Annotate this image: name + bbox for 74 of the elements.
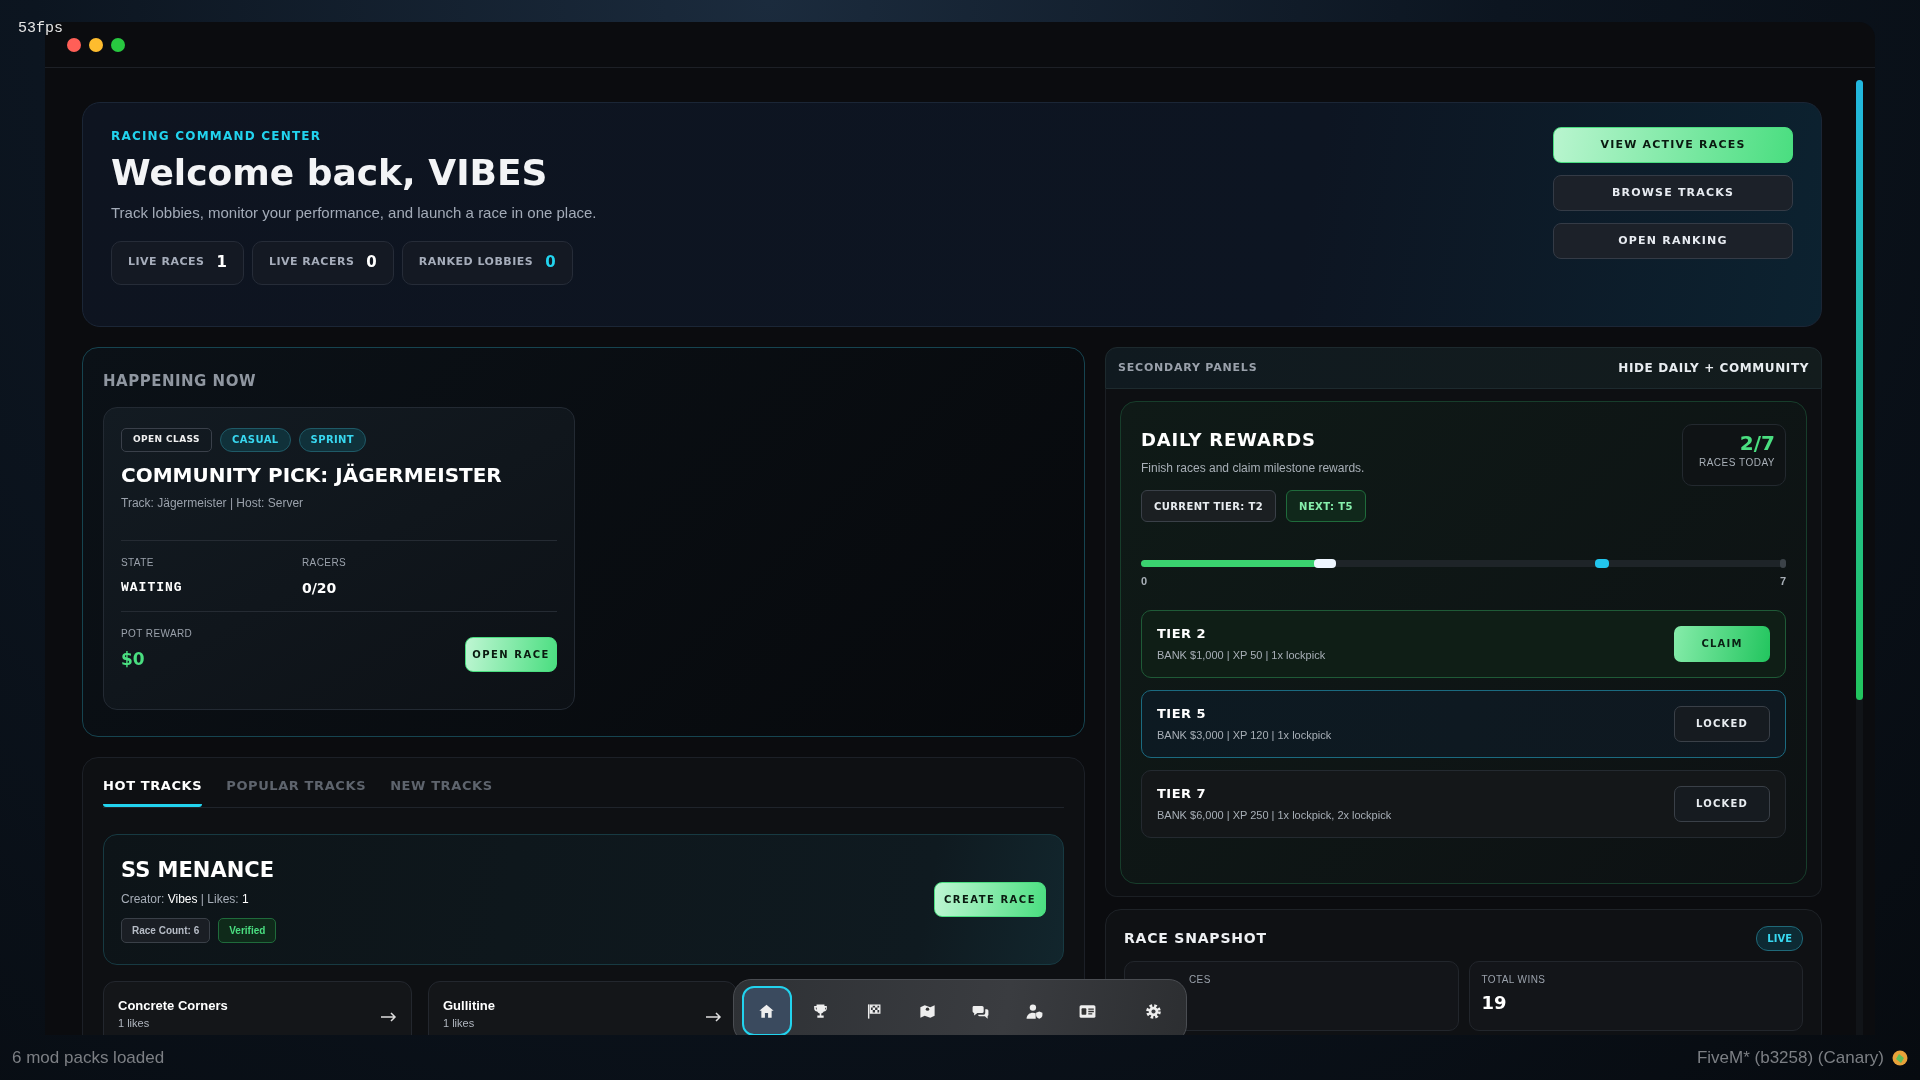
stat-label: LIVE RACERS xyxy=(268,254,355,271)
minimize-dot[interactable] xyxy=(89,37,103,52)
pot-label: POT REWARD xyxy=(121,626,193,641)
tier-rewards: BANK $3,000 | XP 120 | 1x lockpick xyxy=(1157,728,1332,743)
eyebrow-label: RACING COMMAND CENTER xyxy=(111,128,323,145)
stat-label: RANKED LOBBIES xyxy=(418,254,534,271)
stat-value: WAITING xyxy=(121,578,184,597)
build-info: FiveM* (b3258) (Canary) xyxy=(1696,1046,1884,1069)
action-button[interactable]: VIEW ACTIVE RACES xyxy=(1553,127,1793,163)
card-subtitle: Finish races and claim milestone rewards. xyxy=(1141,460,1365,477)
tier-rewards: BANK $1,000 | XP 50 | 1x lockpick xyxy=(1157,648,1326,663)
user-shield-icon xyxy=(1024,1001,1044,1021)
axis-min: 0 xyxy=(1141,574,1148,589)
scrollbar[interactable] xyxy=(1856,80,1863,1035)
tier-chip: NEXT: T5 xyxy=(1286,490,1366,522)
stat-value: 0 xyxy=(545,252,556,274)
claim-button[interactable]: CLAIM xyxy=(1674,625,1770,662)
arrow-icon xyxy=(706,1011,722,1022)
app-logo-icon xyxy=(1892,1049,1908,1066)
stat-label: STATE xyxy=(121,555,155,570)
tab[interactable]: HOT TRACKS xyxy=(103,776,203,807)
locked-button[interactable]: LOCKED xyxy=(1674,705,1770,742)
open-race-button[interactable]: OPEN RACE xyxy=(465,637,557,672)
fps-counter: 53fps xyxy=(18,19,63,39)
track-tag: Verified xyxy=(218,918,277,944)
dock-button[interactable] xyxy=(742,986,792,1035)
hide-panels-button[interactable]: HIDE DAILY + COMMUNITY xyxy=(1618,359,1809,377)
create-race-button[interactable]: CREATE RACE xyxy=(934,881,1046,917)
track-name: Gullitine xyxy=(443,996,495,1015)
likes-count: 1 likes xyxy=(443,1016,476,1031)
maximize-dot[interactable] xyxy=(111,37,125,52)
track-tag: Race Count: 6 xyxy=(121,918,211,944)
card-title: DAILY REWARDS xyxy=(1141,428,1317,452)
action-button[interactable]: BROWSE TRACKS xyxy=(1553,175,1793,211)
arrow-icon xyxy=(381,1011,397,1022)
stat-value: 0/20 xyxy=(302,578,338,598)
mod-packs-status: 6 mod packs loaded xyxy=(12,1046,165,1069)
stat-value: 0 xyxy=(366,252,377,274)
race-title: COMMUNITY PICK: JÄGERMEISTER xyxy=(121,461,503,489)
races-label: RACES TODAY xyxy=(1697,456,1775,470)
card-title: RACE SNAPSHOT xyxy=(1124,929,1267,948)
axis-max: 7 xyxy=(1779,574,1786,589)
race-meta: Track: Jägermeister | Host: Server xyxy=(121,494,305,512)
close-dot[interactable] xyxy=(67,37,81,52)
panel-heading: HAPPENING NOW xyxy=(103,371,257,392)
race-tag: OPEN CLASS xyxy=(121,427,212,452)
tier-name: TIER 2 xyxy=(1157,624,1208,643)
tier-chip: CURRENT TIER: T2 xyxy=(1141,490,1277,522)
welcome-title: Welcome back, VIBES xyxy=(111,151,549,195)
tier-rewards: BANK $6,000 | XP 250 | 1x lockpick, 2x lockpick xyxy=(1157,808,1392,823)
track-meta: Creator: Vibes | Likes: 1 xyxy=(121,891,250,909)
tier-name: TIER 5 xyxy=(1157,704,1208,723)
pot-value: $0 xyxy=(121,647,146,671)
race-tag: CASUAL xyxy=(219,427,291,452)
locked-button[interactable]: LOCKED xyxy=(1674,785,1770,822)
stat-label: LIVE RACES xyxy=(128,254,205,271)
stat-label: RACERS xyxy=(302,555,348,570)
track-card[interactable]: Concrete Corners 1 likes xyxy=(103,980,412,1035)
section-label: SECONDARY PANELS xyxy=(1118,359,1258,376)
track-card[interactable]: Gullitine 1 likes xyxy=(428,980,737,1035)
race-tag: SPRINT xyxy=(298,427,367,452)
stat-label: CES xyxy=(1188,973,1212,987)
tier-name: TIER 7 xyxy=(1157,784,1208,803)
stat-value: 19 xyxy=(1481,991,1508,1015)
hero-subtitle: Track lobbies, monitor your performance, and launch a race in one place. xyxy=(111,203,597,224)
stat-label: TOTAL WINS xyxy=(1481,973,1547,987)
settings-icon xyxy=(1143,1001,1163,1021)
action-button[interactable]: OPEN RANKING xyxy=(1553,223,1793,259)
track-name: Concrete Corners xyxy=(118,996,228,1015)
likes-count: 1 likes xyxy=(118,1016,151,1031)
races-count: 2/7 xyxy=(1738,433,1775,453)
stat-value: 1 xyxy=(216,252,227,274)
track-title: SS MENANCE xyxy=(121,856,276,884)
live-badge: LIVE xyxy=(1756,926,1803,951)
